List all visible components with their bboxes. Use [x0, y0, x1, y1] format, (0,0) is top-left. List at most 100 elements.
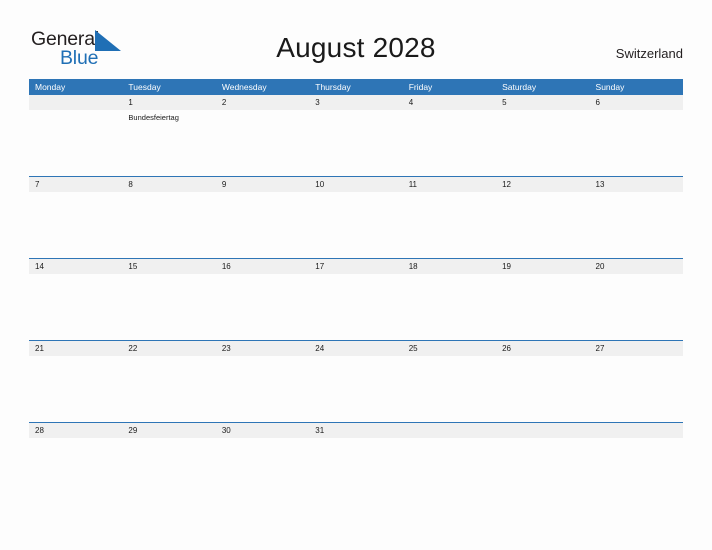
date-number[interactable]: 8 — [122, 177, 215, 192]
day-cell[interactable] — [496, 356, 589, 422]
day-cell[interactable] — [309, 438, 402, 504]
page-header: General Blue August 2028 Switzerland — [0, 0, 712, 76]
date-number[interactable]: 30 — [216, 423, 309, 438]
weekday-header-saturday: Saturday — [502, 82, 537, 92]
event-row: Bundesfeiertag — [29, 110, 683, 176]
day-cell[interactable] — [29, 356, 122, 422]
date-number[interactable]: 19 — [496, 259, 589, 274]
calendar-week-row: 14 15 16 17 18 19 20 — [29, 258, 683, 340]
date-number[interactable]: 13 — [590, 177, 683, 192]
calendar-grid: Monday Tuesday Wednesday Thursday Friday Satu… — [29, 79, 683, 504]
day-cell[interactable] — [216, 192, 309, 258]
date-number[interactable]: 6 — [590, 95, 683, 110]
weekday-header-thursday: Thursday — [315, 82, 351, 92]
date-number-row: 123456 — [29, 95, 683, 110]
day-cell[interactable] — [403, 192, 496, 258]
event-row — [29, 274, 683, 340]
date-number[interactable]: 16 — [216, 259, 309, 274]
day-cell[interactable] — [309, 356, 402, 422]
date-number[interactable]: 27 — [590, 341, 683, 356]
date-number[interactable]: 7 — [29, 177, 122, 192]
calendar-page: General Blue August 2028 Switzerland Mon… — [0, 0, 712, 550]
date-number[interactable]: 24 — [309, 341, 402, 356]
date-number[interactable]: 17 — [309, 259, 402, 274]
day-cell[interactable] — [29, 438, 122, 504]
day-cell[interactable] — [496, 192, 589, 258]
event-row — [29, 192, 683, 258]
date-number[interactable]: 10 — [309, 177, 402, 192]
day-cell[interactable] — [590, 356, 683, 422]
date-number[interactable]: 21 — [29, 341, 122, 356]
date-number-empty — [496, 423, 589, 438]
day-cell[interactable] — [590, 110, 683, 176]
date-number[interactable]: 5 — [496, 95, 589, 110]
day-cell[interactable] — [216, 110, 309, 176]
date-number[interactable]: 29 — [122, 423, 215, 438]
date-number[interactable]: 22 — [122, 341, 215, 356]
date-number-empty — [403, 423, 496, 438]
day-cell[interactable] — [216, 438, 309, 504]
calendar-weeks: 1 2 3 4 5 6 Bundesfeiertag 7 8 9 10 11 12 13 14 15 16 17 1… — [29, 95, 683, 504]
date-number-empty — [590, 423, 683, 438]
day-cell[interactable] — [29, 192, 122, 258]
date-number[interactable]: 9 — [216, 177, 309, 192]
day-cell[interactable] — [496, 110, 589, 176]
day-cell[interactable] — [309, 110, 402, 176]
date-number[interactable]: 12 — [496, 177, 589, 192]
date-number[interactable]: 20 — [590, 259, 683, 274]
calendar-week-row: 7 8 9 10 11 12 13 — [29, 176, 683, 258]
page-title: August 2028 — [276, 32, 436, 63]
day-cell[interactable] — [496, 438, 589, 504]
weekday-header-row: Monday Tuesday Wednesday Thursday Friday Satu… — [29, 79, 683, 95]
event-row — [29, 438, 683, 504]
day-cell-with-event[interactable]: Bundesfeiertag — [122, 110, 215, 176]
event-row — [29, 356, 683, 422]
weekday-header-sunday: Sunday — [595, 82, 625, 92]
date-number[interactable]: 18 — [403, 259, 496, 274]
country-label: Switzerland — [615, 46, 683, 61]
date-number[interactable]: 1 — [122, 95, 215, 110]
date-number[interactable]: 3 — [309, 95, 402, 110]
date-number[interactable]: 15 — [122, 259, 215, 274]
day-cell[interactable] — [590, 192, 683, 258]
date-number[interactable]: 14 — [29, 259, 122, 274]
date-number-empty — [29, 95, 122, 110]
date-number[interactable]: 4 — [403, 95, 496, 110]
day-cell[interactable] — [122, 356, 215, 422]
day-cell[interactable] — [309, 192, 402, 258]
date-number[interactable]: 2 — [216, 95, 309, 110]
date-number[interactable]: 25 — [403, 341, 496, 356]
day-cell[interactable] — [122, 274, 215, 340]
day-cell[interactable] — [590, 438, 683, 504]
date-number[interactable]: 23 — [216, 341, 309, 356]
day-cell[interactable] — [403, 274, 496, 340]
date-number[interactable]: 28 — [29, 423, 122, 438]
weekday-header-wednesday: Wednesday — [221, 82, 267, 92]
date-number[interactable]: 11 — [403, 177, 496, 192]
day-cell[interactable] — [309, 274, 402, 340]
date-number[interactable]: 31 — [309, 423, 402, 438]
day-cell[interactable] — [122, 192, 215, 258]
day-cell[interactable] — [590, 274, 683, 340]
day-cell[interactable] — [496, 274, 589, 340]
day-cell[interactable] — [29, 110, 122, 176]
date-number-row: 28 29 30 31 — [29, 423, 683, 438]
day-cell[interactable] — [216, 356, 309, 422]
calendar-week-row: 1 2 3 4 5 6 Bundesfeiertag — [29, 95, 683, 176]
date-number-row: 14 15 16 17 18 19 20 — [29, 259, 683, 274]
weekday-header-monday: Monday — [35, 82, 66, 92]
weekday-header-tuesday: Tuesday — [128, 82, 161, 92]
day-cell[interactable] — [122, 438, 215, 504]
day-cell[interactable] — [403, 110, 496, 176]
day-cell[interactable] — [403, 438, 496, 504]
day-cell[interactable] — [216, 274, 309, 340]
event-label: Bundesfeiertag — [128, 113, 179, 122]
day-cell[interactable] — [29, 274, 122, 340]
weekday-header-friday: Friday — [408, 82, 433, 92]
calendar-week-row: 28 29 30 31 — [29, 422, 683, 504]
day-cell[interactable] — [403, 356, 496, 422]
calendar-week-row: 21 22 23 24 25 26 27 — [29, 340, 683, 422]
date-number[interactable]: 26 — [496, 341, 589, 356]
date-number-row: 7 8 9 10 11 12 13 — [29, 177, 683, 192]
date-number-row: 21 22 23 24 25 26 27 — [29, 341, 683, 356]
